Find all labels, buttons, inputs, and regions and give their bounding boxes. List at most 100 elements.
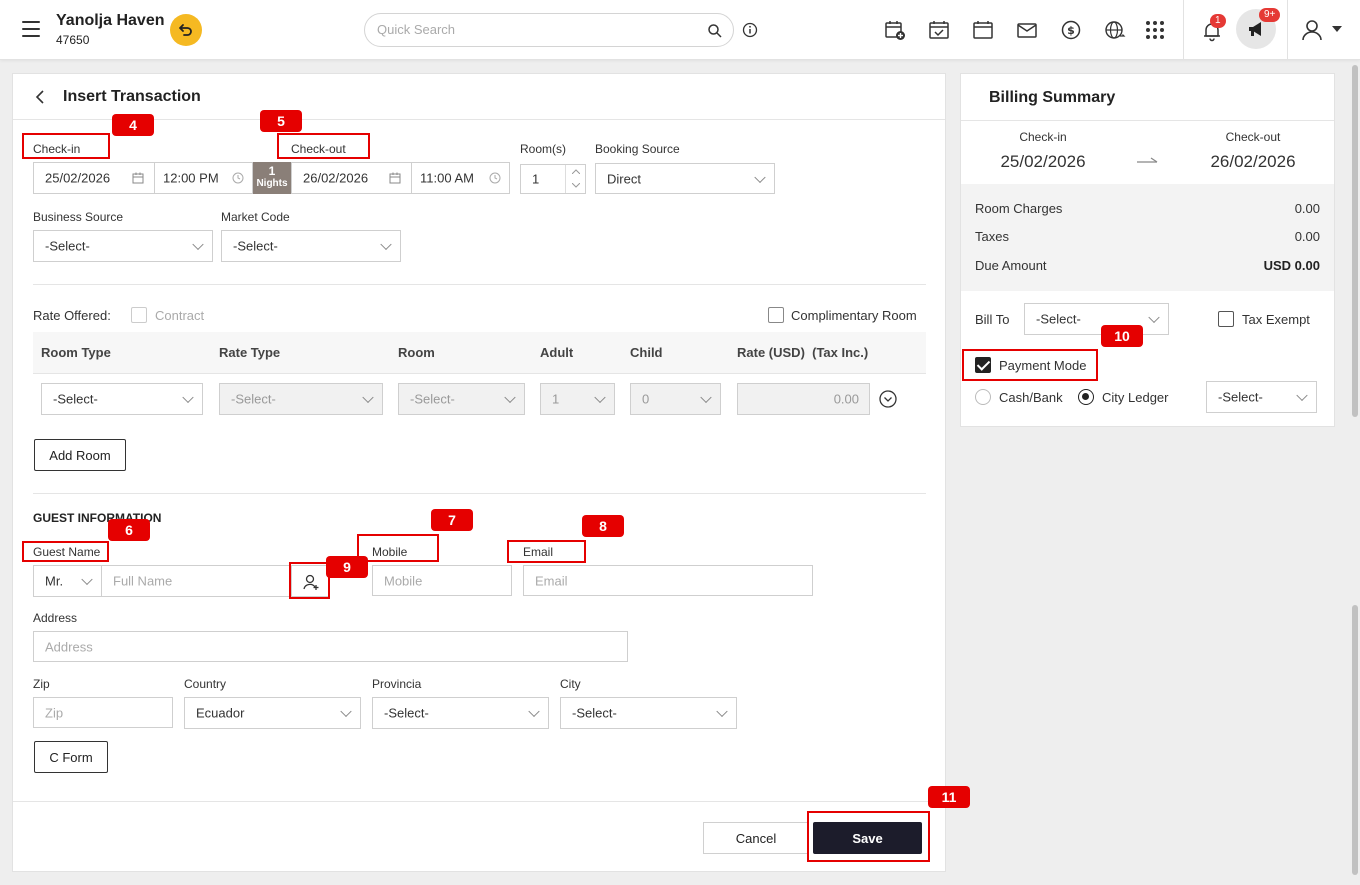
add-room-button[interactable]: Add Room: [34, 439, 126, 471]
room-charges-label: Room Charges: [975, 201, 1063, 216]
chevron-down-icon: [504, 391, 516, 404]
apps-grid-icon[interactable]: [1144, 19, 1166, 41]
footer-divider: [13, 801, 945, 802]
booking-source-select[interactable]: Direct: [595, 163, 775, 194]
annotation-badge: 4: [112, 114, 154, 136]
zip-input[interactable]: Zip: [33, 697, 173, 728]
cancel-button[interactable]: Cancel: [703, 822, 809, 854]
clock-icon: [232, 172, 244, 184]
complimentary-room-label: Complimentary Room: [791, 308, 917, 323]
complimentary-room-checkbox[interactable]: [768, 307, 784, 323]
business-source-label: Business Source: [33, 210, 124, 224]
back-arrow-icon[interactable]: [35, 90, 47, 104]
rooms-label: Room(s): [520, 142, 567, 156]
undo-icon: [179, 24, 192, 36]
column-header: Rate (USD) (Tax Inc.): [737, 345, 869, 360]
scrollbar-bottom[interactable]: [1352, 605, 1358, 875]
bill-to-label: Bill To: [975, 312, 1010, 327]
chevron-down-icon: [81, 573, 93, 586]
billing-title-divider: [961, 120, 1334, 121]
header-divider: [1287, 0, 1288, 60]
due-amount-label: Due Amount: [975, 258, 1047, 273]
annotation-badge: 8: [582, 515, 624, 537]
expand-row-icon[interactable]: [879, 390, 897, 408]
column-header: Child: [630, 345, 663, 360]
charges-section: Room Charges 0.00 Taxes 0.00 Due Amount …: [961, 184, 1334, 291]
currency-icon[interactable]: $: [1060, 19, 1082, 41]
search-icon[interactable]: [707, 23, 723, 39]
chevron-down-icon: [1148, 311, 1160, 324]
checkout-time-field[interactable]: 11:00 AM: [411, 162, 510, 194]
header-divider: [1183, 0, 1184, 60]
quick-search[interactable]: [364, 13, 734, 47]
country-select[interactable]: Ecuador: [184, 697, 361, 729]
mail-icon[interactable]: [1016, 19, 1038, 41]
child-select[interactable]: 0: [630, 383, 721, 415]
contract-checkbox[interactable]: [131, 307, 147, 323]
globe-icon[interactable]: [1104, 19, 1126, 41]
salutation-select[interactable]: Mr.: [33, 565, 102, 597]
calendar-icon[interactable]: [972, 19, 994, 41]
chevron-down-icon: [528, 705, 540, 718]
annotation-badge: 9: [326, 556, 368, 578]
market-code-select[interactable]: -Select-: [221, 230, 401, 262]
c-form-button[interactable]: C Form: [34, 741, 108, 773]
chevron-down-icon: [182, 391, 194, 404]
annotation-badge: 10: [1101, 325, 1143, 347]
chevron-down-icon: [192, 238, 204, 251]
stepper-buttons[interactable]: [565, 165, 585, 193]
user-avatar-icon[interactable]: [1300, 18, 1324, 42]
annotation-box-guest-lookup: [289, 562, 330, 599]
checkin-date-field[interactable]: 25/02/2026: [33, 162, 155, 194]
address-input[interactable]: Address: [33, 631, 628, 662]
contract-label: Contract: [155, 308, 205, 323]
annotation-box-mobile: [357, 534, 439, 562]
info-icon[interactable]: [742, 22, 758, 38]
cash-bank-radio[interactable]: [975, 389, 991, 405]
column-header: Adult: [540, 345, 574, 360]
checkout-date-field[interactable]: 26/02/2026: [291, 162, 412, 194]
billing-checkin-date: 25/02/2026: [1000, 152, 1086, 171]
annotation-badge: 7: [431, 509, 473, 531]
booking-source-label: Booking Source: [595, 142, 680, 156]
ledger-select[interactable]: -Select-: [1206, 381, 1317, 413]
cash-bank-label: Cash/Bank: [999, 390, 1063, 405]
chevron-down-icon: [700, 391, 712, 404]
clock-icon: [489, 172, 501, 184]
checkin-time-field[interactable]: 12:00 PM: [154, 162, 253, 194]
annotation-box-checkout: [277, 133, 370, 159]
checked-calendar-icon[interactable]: [928, 19, 950, 41]
hotel-id: 47650: [56, 33, 90, 47]
rate-input[interactable]: 0.00: [737, 383, 870, 415]
add-reservation-icon[interactable]: [884, 19, 906, 41]
room-select[interactable]: -Select-: [398, 383, 525, 415]
search-input[interactable]: [377, 22, 697, 37]
mobile-input[interactable]: Mobile: [372, 565, 512, 596]
top-bar: Yanolja Haven 47650 $ 1 9+: [0, 0, 1360, 60]
chevron-down-icon[interactable]: [572, 183, 580, 188]
undo-button[interactable]: [170, 14, 202, 46]
chevron-up-icon[interactable]: [572, 169, 580, 174]
full-name-input[interactable]: Full Name: [101, 565, 291, 597]
menu-icon[interactable]: [22, 21, 40, 37]
city-select[interactable]: -Select-: [560, 697, 737, 729]
chevron-down-icon: [594, 391, 606, 404]
room-type-select[interactable]: -Select-: [41, 383, 203, 415]
annotation-badge: 11: [928, 786, 970, 808]
email-input[interactable]: Email: [523, 565, 813, 596]
caret-down-icon[interactable]: [1332, 26, 1342, 32]
column-header: Room: [398, 345, 435, 360]
city-ledger-radio[interactable]: [1078, 389, 1094, 405]
rate-type-select[interactable]: -Select-: [219, 383, 383, 415]
rooms-stepper[interactable]: 1: [520, 164, 586, 194]
provincia-label: Provincia: [372, 677, 422, 691]
adult-select[interactable]: 1: [540, 383, 615, 415]
tax-exempt-checkbox[interactable]: [1218, 311, 1234, 327]
scrollbar-top[interactable]: [1352, 65, 1358, 417]
business-source-select[interactable]: -Select-: [33, 230, 213, 262]
bill-to-select[interactable]: -Select-: [1024, 303, 1169, 335]
billing-checkout-label: Check-out: [1225, 130, 1281, 144]
chevron-down-icon: [340, 705, 352, 718]
insert-transaction-panel: Insert Transaction Check-in 25/02/2026 1…: [12, 73, 946, 872]
provincia-select[interactable]: -Select-: [372, 697, 549, 729]
